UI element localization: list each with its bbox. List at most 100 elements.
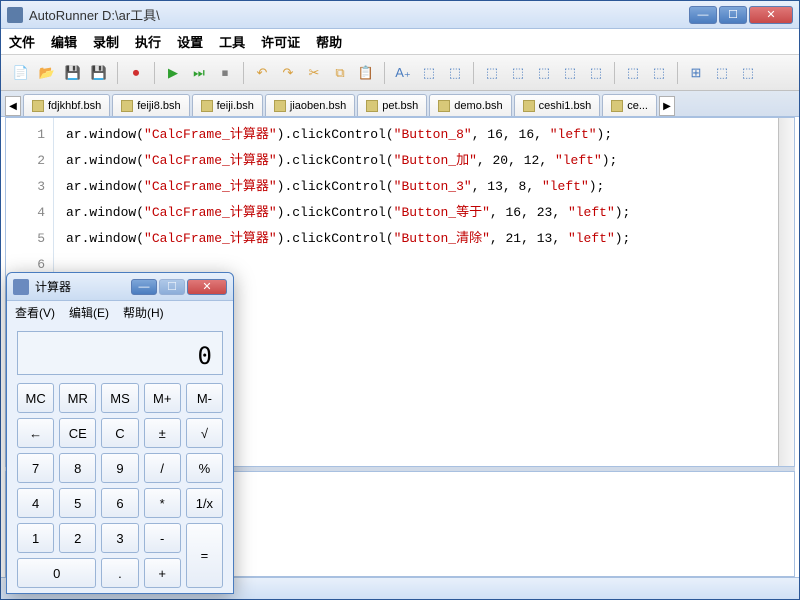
tool3-icon[interactable]: ⬚ [480, 61, 504, 85]
tool2-icon[interactable]: ⬚ [443, 61, 467, 85]
tool8-icon[interactable]: ⬚ [621, 61, 645, 85]
menu-record[interactable]: 录制 [93, 32, 119, 51]
stop-icon[interactable]: ⏹ [213, 61, 237, 85]
calc-title: 计算器 [35, 278, 131, 295]
font-icon[interactable]: A₊ [391, 61, 415, 85]
calc-sub-button[interactable]: - [144, 523, 181, 553]
calc-9-button[interactable]: 9 [101, 453, 138, 483]
menu-file[interactable]: 文件 [9, 32, 35, 51]
calc-titlebar[interactable]: 计算器 — ☐ ✕ [7, 273, 233, 301]
tab-file[interactable]: demo.bsh [429, 94, 511, 116]
calc-minimize-button[interactable]: — [131, 279, 157, 295]
calc-pct-button[interactable]: % [186, 453, 223, 483]
calc-neg-button[interactable]: ± [144, 418, 181, 448]
redo-icon[interactable]: ↷ [276, 61, 300, 85]
vertical-scrollbar[interactable] [778, 118, 794, 466]
calc-6-button[interactable]: 6 [101, 488, 138, 518]
calc-8-button[interactable]: 8 [59, 453, 96, 483]
menu-license[interactable]: 许可证 [261, 32, 300, 51]
calc-recip-button[interactable]: 1/x [186, 488, 223, 518]
file-icon [523, 100, 535, 112]
tab-prev-button[interactable]: ◀ [5, 96, 21, 116]
calc-display: 0 [17, 331, 223, 375]
tab-file[interactable]: feiji8.bsh [112, 94, 189, 116]
minimize-button[interactable]: — [689, 6, 717, 24]
file-icon [611, 100, 623, 112]
main-toolbar: 📄 📂 💾 💾 ⏺ ▶ ⏭ ⏹ ↶ ↷ ✂ ⧉ 📋 A₊ ⬚ ⬚ ⬚ ⬚ ⬚ ⬚… [1, 55, 799, 91]
calc-sqrt-button[interactable]: √ [186, 418, 223, 448]
tab-next-button[interactable]: ▶ [659, 96, 675, 116]
calc-1-button[interactable]: 1 [17, 523, 54, 553]
calc-menubar: 查看(V) 编辑(E) 帮助(H) [7, 301, 233, 323]
tool1-icon[interactable]: ⬚ [417, 61, 441, 85]
open-icon[interactable]: 📂 [35, 61, 59, 85]
copy-icon[interactable]: ⧉ [328, 61, 352, 85]
calc-dot-button[interactable]: . [101, 558, 138, 588]
calc-0-button[interactable]: 0 [17, 558, 96, 588]
tab-file[interactable]: pet.bsh [357, 94, 427, 116]
calc-maximize-button: ☐ [159, 279, 185, 295]
tab-file[interactable]: ce... [602, 94, 657, 116]
tab-file[interactable]: feiji.bsh [192, 94, 263, 116]
calc-ms-button[interactable]: MS [101, 383, 138, 413]
tool5-icon[interactable]: ⬚ [532, 61, 556, 85]
tab-file[interactable]: jiaoben.bsh [265, 94, 355, 116]
calc-2-button[interactable]: 2 [59, 523, 96, 553]
calc-add-button[interactable]: + [144, 558, 181, 588]
calc-menu-edit[interactable]: 编辑(E) [69, 304, 109, 321]
calc-c-button[interactable]: C [101, 418, 138, 448]
record-icon[interactable]: ⏺ [124, 61, 148, 85]
file-icon [274, 100, 286, 112]
save-icon[interactable]: 💾 [61, 61, 85, 85]
calc-mplus-button[interactable]: M+ [144, 383, 181, 413]
calc-menu-view[interactable]: 查看(V) [15, 304, 55, 321]
calc-ce-button[interactable]: CE [59, 418, 96, 448]
calc-back-button[interactable]: ← [17, 418, 54, 448]
tool10-icon[interactable]: ⊞ [684, 61, 708, 85]
app-icon [7, 7, 23, 23]
menu-run[interactable]: 执行 [135, 32, 161, 51]
play-icon[interactable]: ▶ [161, 61, 185, 85]
tool6-icon[interactable]: ⬚ [558, 61, 582, 85]
tab-file[interactable]: ceshi1.bsh [514, 94, 601, 116]
paste-icon[interactable]: 📋 [354, 61, 378, 85]
tab-file[interactable]: fdjkhbf.bsh [23, 94, 110, 116]
close-button[interactable]: ✕ [749, 6, 793, 24]
cut-icon[interactable]: ✂ [302, 61, 326, 85]
undo-icon[interactable]: ↶ [250, 61, 274, 85]
calc-eq-button[interactable]: = [186, 523, 223, 588]
calculator-window: 计算器 — ☐ ✕ 查看(V) 编辑(E) 帮助(H) 0 MC MR MS M… [6, 272, 234, 594]
file-icon [438, 100, 450, 112]
tool4-icon[interactable]: ⬚ [506, 61, 530, 85]
tool12-icon[interactable]: ⬚ [736, 61, 760, 85]
file-icon [32, 100, 44, 112]
saveall-icon[interactable]: 💾 [87, 61, 111, 85]
calc-keypad: MC MR MS M+ M- ← CE C ± √ 7 8 9 / % 4 5 … [7, 383, 233, 598]
calc-3-button[interactable]: 3 [101, 523, 138, 553]
calc-mminus-button[interactable]: M- [186, 383, 223, 413]
main-titlebar[interactable]: AutoRunner D:\ar工具\ — ☐ ✕ [1, 1, 799, 29]
calc-mc-button[interactable]: MC [17, 383, 54, 413]
file-icon [201, 100, 213, 112]
menu-tools[interactable]: 工具 [219, 32, 245, 51]
window-title: AutoRunner D:\ar工具\ [29, 5, 689, 24]
calc-5-button[interactable]: 5 [59, 488, 96, 518]
play-step-icon[interactable]: ⏭ [187, 61, 211, 85]
calc-4-button[interactable]: 4 [17, 488, 54, 518]
menu-help[interactable]: 帮助 [316, 32, 342, 51]
main-menubar: 文件 编辑 录制 执行 设置 工具 许可证 帮助 [1, 29, 799, 55]
calc-div-button[interactable]: / [144, 453, 181, 483]
calc-mr-button[interactable]: MR [59, 383, 96, 413]
calc-close-button[interactable]: ✕ [187, 279, 227, 295]
new-icon[interactable]: 📄 [9, 61, 33, 85]
tool7-icon[interactable]: ⬚ [584, 61, 608, 85]
calc-menu-help[interactable]: 帮助(H) [123, 304, 164, 321]
tool11-icon[interactable]: ⬚ [710, 61, 734, 85]
calc-7-button[interactable]: 7 [17, 453, 54, 483]
maximize-button[interactable]: ☐ [719, 6, 747, 24]
file-icon [121, 100, 133, 112]
tool9-icon[interactable]: ⬚ [647, 61, 671, 85]
menu-edit[interactable]: 编辑 [51, 32, 77, 51]
menu-settings[interactable]: 设置 [177, 32, 203, 51]
calc-mul-button[interactable]: * [144, 488, 181, 518]
